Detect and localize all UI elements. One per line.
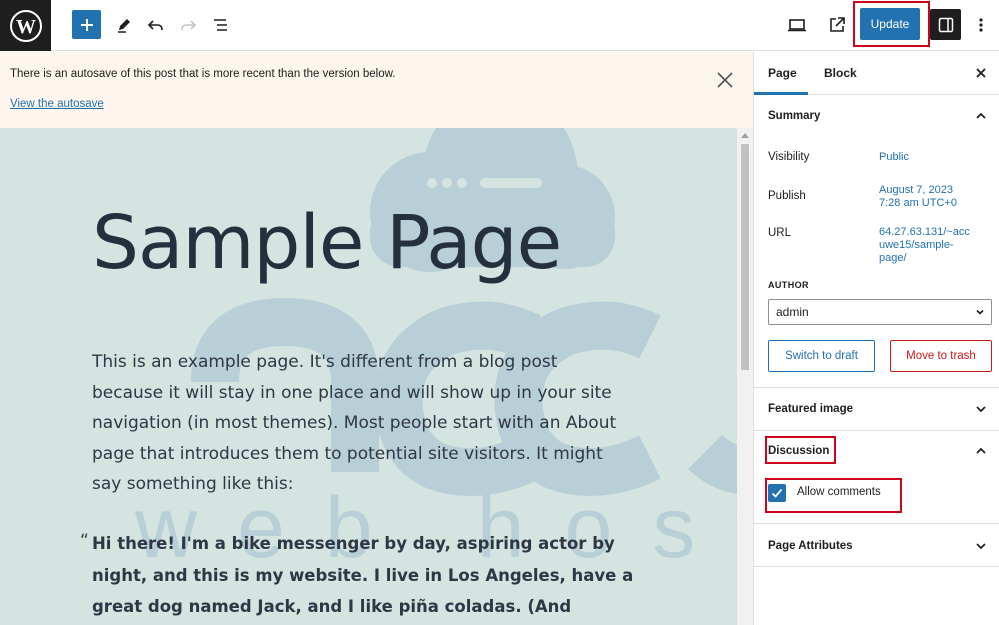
update-button[interactable]: Update bbox=[860, 8, 920, 40]
scroll-up-arrow-icon[interactable] bbox=[741, 133, 749, 138]
autosave-notice-text: There is an autosave of this post that i… bbox=[10, 68, 396, 80]
url-line: 64.27.63.131/~acc bbox=[879, 226, 970, 238]
visibility-value[interactable]: Public bbox=[879, 151, 984, 164]
switch-to-draft-button[interactable]: Switch to draft bbox=[768, 340, 875, 372]
url-line: page/ bbox=[879, 252, 907, 264]
undo-icon[interactable] bbox=[141, 10, 171, 40]
publish-date: August 7, 2023 bbox=[879, 184, 954, 196]
editor-scrollbar[interactable] bbox=[737, 128, 753, 625]
view-autosave-link[interactable]: View the autosave bbox=[10, 98, 104, 110]
url-line: uwe15/sample- bbox=[879, 239, 954, 251]
quote-mark: “ bbox=[80, 531, 89, 551]
divider bbox=[754, 523, 999, 524]
author-select[interactable]: admin bbox=[768, 299, 992, 325]
chevron-down-icon bbox=[974, 306, 986, 318]
options-menu-icon[interactable] bbox=[966, 10, 996, 40]
sidebar-tabs: Page Block bbox=[754, 52, 999, 95]
chevron-down-icon[interactable] bbox=[974, 539, 988, 553]
post-content: Sample Page This is an example page. It'… bbox=[0, 128, 737, 625]
wordpress-logo-icon[interactable]: W bbox=[0, 0, 51, 51]
discussion-heading[interactable]: Discussion bbox=[768, 445, 829, 457]
visibility-label: Visibility bbox=[768, 151, 810, 163]
add-block-icon[interactable] bbox=[72, 10, 101, 39]
active-tab-indicator bbox=[754, 92, 808, 95]
scrollbar-thumb[interactable] bbox=[741, 144, 749, 370]
allow-comments-label[interactable]: Allow comments bbox=[797, 486, 881, 498]
tab-block[interactable]: Block bbox=[824, 66, 857, 80]
tab-page[interactable]: Page bbox=[768, 66, 797, 80]
divider bbox=[754, 387, 999, 388]
allow-comments-checkbox[interactable] bbox=[768, 484, 786, 502]
divider bbox=[754, 566, 999, 567]
quote-block[interactable]: Hi there! I'm a bike messenger by day, a… bbox=[92, 528, 637, 625]
top-toolbar: W Update bbox=[0, 0, 999, 51]
paragraph-block[interactable]: This is an example page. It's different … bbox=[92, 347, 632, 500]
checkmark-icon bbox=[771, 488, 783, 498]
settings-sidebar: Page Block Summary Visibility Public Pub… bbox=[753, 52, 999, 625]
author-label: AUTHOR bbox=[768, 280, 809, 290]
featured-image-heading[interactable]: Featured image bbox=[768, 403, 853, 415]
chevron-down-icon[interactable] bbox=[974, 402, 988, 416]
settings-sidebar-toggle-icon[interactable] bbox=[930, 9, 961, 40]
redo-icon[interactable] bbox=[173, 10, 203, 40]
chevron-up-icon[interactable] bbox=[974, 444, 988, 458]
author-value: admin bbox=[776, 305, 809, 319]
document-overview-icon[interactable] bbox=[206, 10, 236, 40]
view-page-external-icon[interactable] bbox=[822, 10, 852, 40]
close-icon[interactable] bbox=[714, 69, 736, 91]
pencil-tools-icon[interactable] bbox=[109, 10, 139, 40]
editor-canvas-area: web hosting There is an autosave of this… bbox=[0, 52, 753, 625]
chevron-up-icon[interactable] bbox=[974, 109, 988, 123]
autosave-notice: There is an autosave of this post that i… bbox=[0, 52, 753, 128]
summary-heading[interactable]: Summary bbox=[768, 110, 820, 122]
move-to-trash-button[interactable]: Move to trash bbox=[890, 340, 992, 372]
divider bbox=[754, 430, 999, 431]
publish-value[interactable]: August 7, 2023 7:28 am UTC+0 bbox=[879, 184, 984, 210]
close-sidebar-icon[interactable] bbox=[972, 64, 990, 82]
preview-device-icon[interactable] bbox=[782, 10, 812, 40]
page-attributes-heading[interactable]: Page Attributes bbox=[768, 540, 853, 552]
publish-time: 7:28 am UTC+0 bbox=[879, 197, 957, 209]
page-title[interactable]: Sample Page bbox=[92, 200, 562, 286]
svg-text:W: W bbox=[16, 16, 36, 38]
publish-label: Publish bbox=[768, 190, 806, 202]
url-label: URL bbox=[768, 227, 792, 239]
url-value[interactable]: 64.27.63.131/~acc uwe15/sample- page/ bbox=[879, 226, 984, 265]
